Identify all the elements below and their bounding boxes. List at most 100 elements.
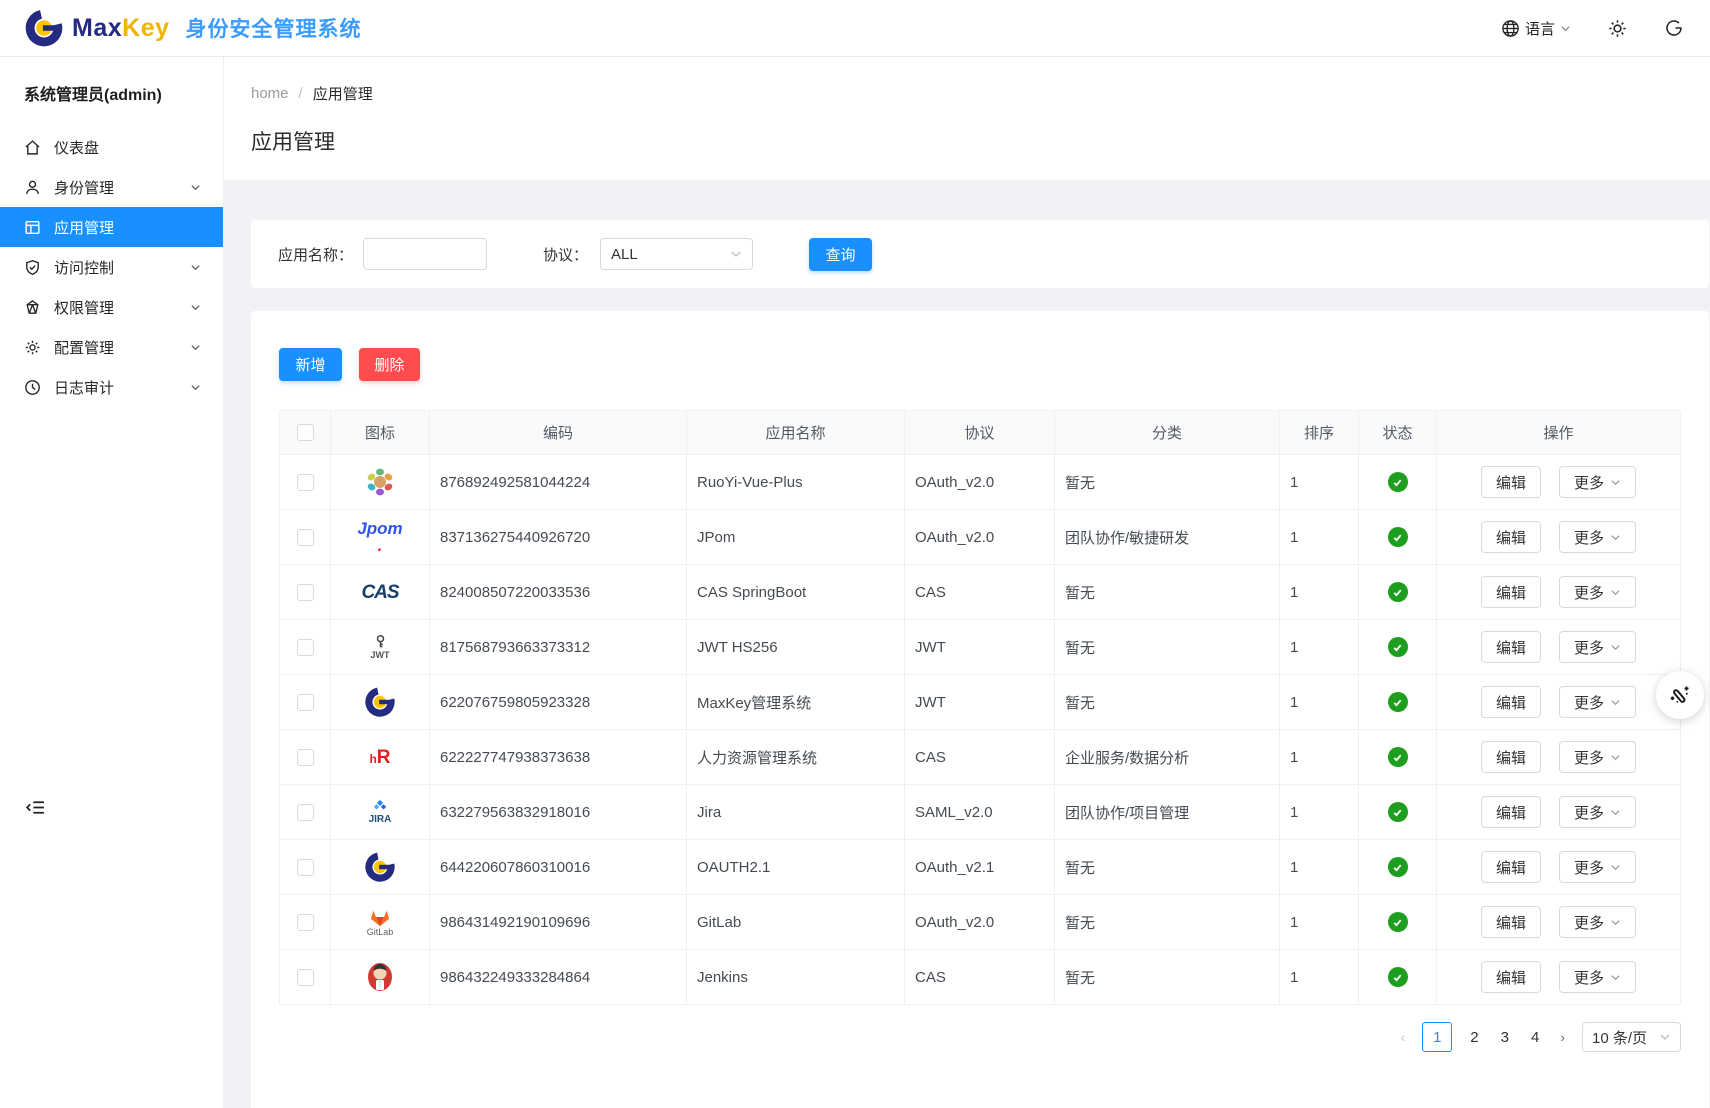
language-label: 语言 bbox=[1525, 18, 1555, 39]
more-button[interactable]: 更多 bbox=[1559, 741, 1636, 773]
delete-button[interactable]: 删除 bbox=[359, 348, 420, 381]
edit-button[interactable]: 编辑 bbox=[1481, 741, 1541, 773]
col-header-code: 编码 bbox=[430, 411, 687, 455]
table-row: GitLab 986431492190109696 GitLab OAuth_v… bbox=[280, 895, 1681, 950]
app-table-card: 新增 删除 图标 编码 应用名称 bbox=[251, 311, 1709, 1108]
clock-icon bbox=[24, 379, 41, 396]
sidebar-item-access-control[interactable]: 访问控制 bbox=[0, 247, 223, 287]
app-protocol: OAuth_v2.0 bbox=[905, 895, 1055, 950]
more-button[interactable]: 更多 bbox=[1559, 906, 1636, 938]
row-checkbox[interactable] bbox=[297, 474, 314, 491]
app-code: 986432249333284864 bbox=[430, 950, 687, 1005]
search-button[interactable]: 查询 bbox=[809, 238, 872, 271]
page-header: home / 应用管理 应用管理 bbox=[224, 57, 1710, 180]
next-page-button[interactable]: › bbox=[1557, 1029, 1568, 1045]
row-checkbox[interactable] bbox=[297, 694, 314, 711]
row-checkbox[interactable] bbox=[297, 914, 314, 931]
chevron-down-icon bbox=[1610, 697, 1621, 708]
more-button[interactable]: 更多 bbox=[1559, 796, 1636, 828]
app-protocol: OAuth_v2.1 bbox=[905, 840, 1055, 895]
settings-button[interactable] bbox=[1607, 18, 1628, 39]
more-button[interactable]: 更多 bbox=[1559, 851, 1636, 883]
more-button[interactable]: 更多 bbox=[1559, 686, 1636, 718]
edit-button[interactable]: 编辑 bbox=[1481, 906, 1541, 938]
language-switcher[interactable]: 语言 bbox=[1501, 18, 1571, 39]
row-checkbox[interactable] bbox=[297, 639, 314, 656]
filter-bar: 应用名称： 协议： ALL 查询 bbox=[251, 220, 1709, 288]
sidebar-menu: 仪表盘 身份管理 应用管理 bbox=[0, 127, 223, 407]
app-name-input[interactable] bbox=[363, 238, 487, 270]
app-sort: 1 bbox=[1280, 785, 1359, 840]
sidebar-item-audit[interactable]: 日志审计 bbox=[0, 367, 223, 407]
app-name: Jenkins bbox=[687, 950, 905, 1005]
magic-wand-icon bbox=[1668, 683, 1692, 707]
table-row: 622076759805923328 MaxKey管理系统 JWT 暂无 1 编… bbox=[280, 675, 1681, 730]
edit-button[interactable]: 编辑 bbox=[1481, 961, 1541, 993]
chevron-down-icon bbox=[1610, 642, 1621, 653]
more-button[interactable]: 更多 bbox=[1559, 961, 1636, 993]
app-window-icon bbox=[24, 219, 41, 236]
app-category: 暂无 bbox=[1055, 950, 1280, 1005]
edit-button[interactable]: 编辑 bbox=[1481, 686, 1541, 718]
app-protocol: JWT bbox=[905, 675, 1055, 730]
edit-button[interactable]: 编辑 bbox=[1481, 631, 1541, 663]
sidebar-item-permissions[interactable]: 权限管理 bbox=[0, 287, 223, 327]
sidebar-item-configuration[interactable]: 配置管理 bbox=[0, 327, 223, 367]
menu-fold-icon[interactable] bbox=[25, 797, 46, 818]
chevron-down-icon bbox=[190, 262, 201, 273]
edit-button[interactable]: 编辑 bbox=[1481, 466, 1541, 498]
row-checkbox[interactable] bbox=[297, 969, 314, 986]
chevron-down-icon bbox=[1610, 532, 1621, 543]
app-category: 团队协作/敏捷研发 bbox=[1055, 510, 1280, 565]
edit-button[interactable]: 编辑 bbox=[1481, 851, 1541, 883]
page-button-1[interactable]: 1 bbox=[1422, 1022, 1452, 1052]
logout-button[interactable] bbox=[1664, 18, 1684, 38]
chevron-down-icon bbox=[190, 302, 201, 313]
row-checkbox[interactable] bbox=[297, 859, 314, 876]
page-button-2[interactable]: 2 bbox=[1466, 1029, 1482, 1046]
sidebar-item-applications[interactable]: 应用管理 bbox=[0, 207, 223, 247]
jira-logo: JIRA bbox=[369, 799, 392, 825]
row-checkbox[interactable] bbox=[297, 749, 314, 766]
status-enabled-icon bbox=[1388, 527, 1408, 547]
page-button-4[interactable]: 4 bbox=[1527, 1029, 1543, 1046]
table-row: 644220607860310016 OAUTH2.1 OAuth_v2.1 暂… bbox=[280, 840, 1681, 895]
sidebar-item-dashboard[interactable]: 仪表盘 bbox=[0, 127, 223, 167]
jpom-logo: Jpom. bbox=[357, 520, 402, 554]
gear-icon bbox=[1607, 18, 1628, 39]
admin-label: 系统管理员(admin) bbox=[0, 57, 223, 105]
chevron-down-icon bbox=[190, 382, 201, 393]
chevron-down-icon bbox=[730, 248, 742, 260]
more-button[interactable]: 更多 bbox=[1559, 576, 1636, 608]
maxkey-logo bbox=[364, 851, 396, 883]
breadcrumb-home-link[interactable]: home bbox=[251, 85, 289, 102]
more-button[interactable]: 更多 bbox=[1559, 521, 1636, 553]
chevron-down-icon bbox=[1610, 917, 1621, 928]
breadcrumb-current: 应用管理 bbox=[313, 83, 373, 104]
chevron-down-icon bbox=[1610, 752, 1621, 763]
ruoyi-logo bbox=[363, 465, 397, 499]
sidebar-item-identity[interactable]: 身份管理 bbox=[0, 167, 223, 207]
more-button[interactable]: 更多 bbox=[1559, 466, 1636, 498]
row-checkbox[interactable] bbox=[297, 804, 314, 821]
theme-tool-button[interactable] bbox=[1656, 671, 1704, 719]
page-button-3[interactable]: 3 bbox=[1497, 1029, 1513, 1046]
more-button[interactable]: 更多 bbox=[1559, 631, 1636, 663]
maxkey-logo bbox=[364, 686, 396, 718]
app-category: 暂无 bbox=[1055, 840, 1280, 895]
app-name: JWT HS256 bbox=[687, 620, 905, 675]
app-protocol: SAML_v2.0 bbox=[905, 785, 1055, 840]
page-size-select[interactable]: 10 条/页 bbox=[1582, 1022, 1681, 1052]
app-code: 824008507220033536 bbox=[430, 565, 687, 620]
select-all-checkbox[interactable] bbox=[297, 424, 314, 441]
prev-page-button[interactable]: ‹ bbox=[1398, 1029, 1409, 1045]
table-row: Jpom. 837136275440926720 JPom OAuth_v2.0… bbox=[280, 510, 1681, 565]
edit-button[interactable]: 编辑 bbox=[1481, 576, 1541, 608]
row-checkbox[interactable] bbox=[297, 584, 314, 601]
applications-table: 图标 编码 应用名称 协议 分类 排序 状态 操作 bbox=[279, 410, 1681, 1005]
add-button[interactable]: 新增 bbox=[279, 348, 342, 381]
protocol-select[interactable]: ALL bbox=[600, 238, 753, 270]
edit-button[interactable]: 编辑 bbox=[1481, 521, 1541, 553]
row-checkbox[interactable] bbox=[297, 529, 314, 546]
edit-button[interactable]: 编辑 bbox=[1481, 796, 1541, 828]
